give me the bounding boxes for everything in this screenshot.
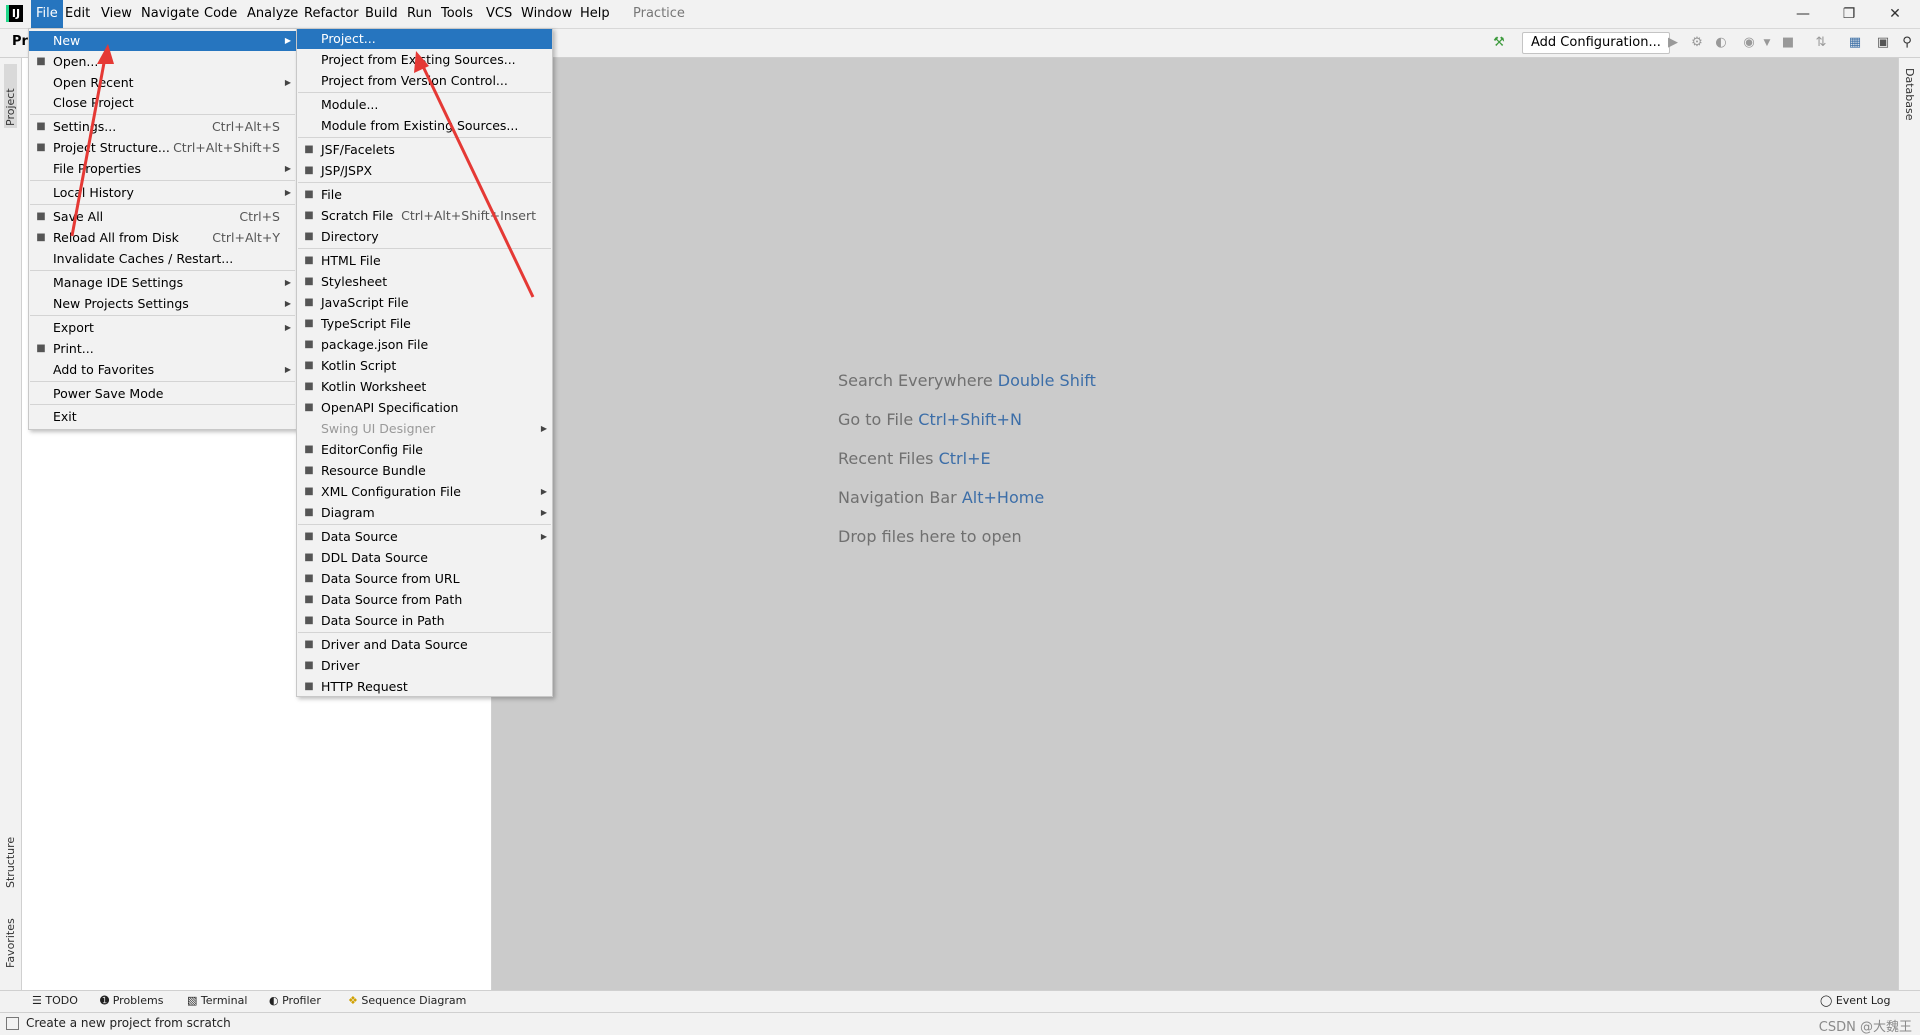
red-arrowhead-icon xyxy=(97,44,114,64)
red-arrowhead-icon xyxy=(414,51,429,73)
annotation-arrows xyxy=(70,44,535,298)
red-arrow-to-new xyxy=(70,51,108,237)
red-arrow-to-project xyxy=(418,59,535,298)
